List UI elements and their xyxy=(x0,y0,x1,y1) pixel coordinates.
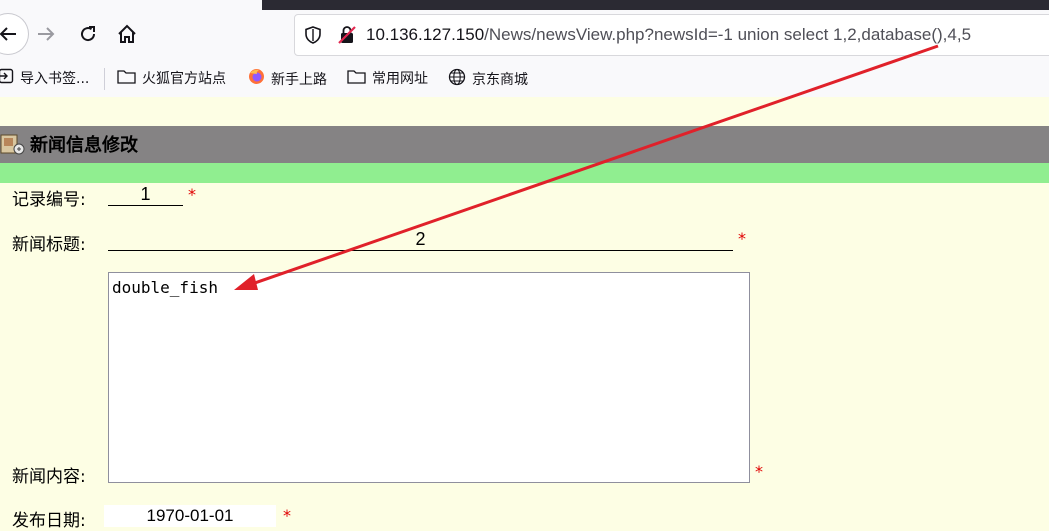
section-title-bar: 新闻信息修改 xyxy=(0,126,1049,163)
bookmark-label: 导入书签... xyxy=(20,71,90,87)
folder-icon xyxy=(117,68,136,88)
home-button[interactable] xyxy=(109,16,145,52)
news-content-textarea[interactable]: double_fish xyxy=(108,272,750,483)
tab-strip xyxy=(262,0,1049,10)
forward-button[interactable] xyxy=(28,16,64,52)
reload-button[interactable] xyxy=(70,16,106,52)
import-icon xyxy=(0,68,14,88)
bookmark-firefox-site[interactable]: 火狐官方站点 xyxy=(117,68,226,88)
bookmark-getting-started[interactable]: 新手上路 xyxy=(248,68,327,89)
bookmark-label: 常用网址 xyxy=(372,71,428,87)
reload-icon xyxy=(78,24,98,44)
firefox-icon xyxy=(248,68,265,89)
back-arrow-icon xyxy=(0,24,18,44)
bookmark-label: 京东商城 xyxy=(472,72,528,88)
shield-icon[interactable] xyxy=(305,26,321,48)
folder-icon xyxy=(347,68,366,88)
news-content-label: 新闻内容: xyxy=(12,467,86,487)
required-marker: * xyxy=(283,506,291,525)
news-title-label: 新闻标题: xyxy=(12,235,86,255)
bookmark-label: 新手上路 xyxy=(271,71,327,88)
insecure-lock-icon[interactable] xyxy=(337,25,357,49)
home-icon xyxy=(116,23,138,45)
news-title-field[interactable] xyxy=(108,229,733,251)
header-divider xyxy=(0,163,1049,183)
record-id-field[interactable] xyxy=(108,184,183,206)
bookmark-common-sites[interactable]: 常用网址 xyxy=(347,68,428,88)
back-button[interactable] xyxy=(0,14,28,54)
required-marker: * xyxy=(738,229,746,248)
globe-icon xyxy=(448,68,466,90)
url-bar[interactable]: 10.136.127.150/News/newsView.php?newsId=… xyxy=(294,14,1049,56)
forward-arrow-icon xyxy=(36,24,56,44)
bookmark-import[interactable]: 导入书签... xyxy=(0,68,89,88)
required-marker: * xyxy=(755,462,763,481)
edit-document-icon xyxy=(0,133,26,161)
browser-toolbar: 10.136.127.150/News/newsView.php?newsId=… xyxy=(0,0,1049,97)
url-text[interactable]: 10.136.127.150/News/newsView.php?newsId=… xyxy=(366,25,971,45)
url-host: 10.136.127.150 xyxy=(366,25,485,44)
required-marker: * xyxy=(188,185,196,204)
page-title: 新闻信息修改 xyxy=(30,135,138,156)
url-path: /News/newsView.php?newsId=-1 union selec… xyxy=(484,25,972,44)
bookmarks-bar: 导入书签... 火狐官方站点 新手上路 常用网址 京东商城 xyxy=(0,62,1049,94)
record-id-label: 记录编号: xyxy=(12,190,86,210)
bookmark-jd[interactable]: 京东商城 xyxy=(448,68,528,90)
bookmark-separator xyxy=(104,68,105,90)
publish-date-label: 发布日期: xyxy=(12,511,86,531)
bookmark-label: 火狐官方站点 xyxy=(142,71,226,87)
